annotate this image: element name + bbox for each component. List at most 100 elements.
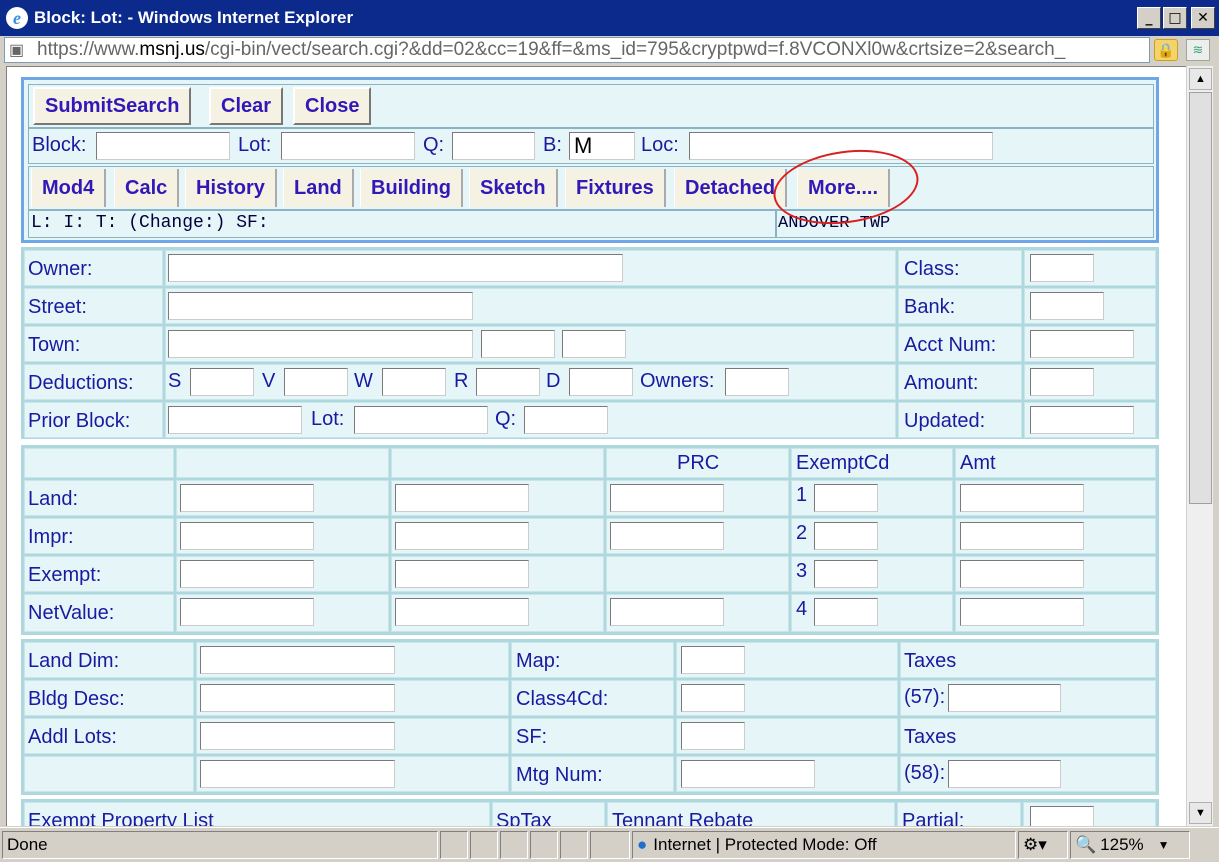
addl-lots-input-2[interactable]	[200, 760, 395, 788]
taxes-57-input[interactable]	[948, 684, 1061, 712]
taxes-58-label: (58):	[904, 762, 946, 784]
tab-calc[interactable]: Calc	[114, 169, 180, 207]
taxes-58-input[interactable]	[948, 760, 1061, 788]
tab-mod4[interactable]: Mod4	[31, 169, 107, 207]
block-input[interactable]	[96, 132, 230, 160]
zip-input[interactable]	[562, 330, 626, 358]
ded-w-input[interactable]	[382, 368, 446, 396]
prior-block-input[interactable]	[168, 406, 302, 434]
lot-input[interactable]	[281, 132, 415, 160]
amt-input-3[interactable]	[960, 560, 1084, 588]
amount-input[interactable]	[1030, 368, 1094, 396]
impr-value-input-2[interactable]	[395, 522, 529, 550]
impr-value-input-1[interactable]	[180, 522, 314, 550]
exempt-property-list-label: Exempt Property List	[28, 810, 214, 826]
ded-s-label: S	[168, 370, 182, 392]
class4cd-input[interactable]	[681, 684, 745, 712]
scroll-down-icon[interactable]: ▼	[1189, 802, 1212, 824]
tab-fixtures[interactable]: Fixtures	[565, 169, 666, 207]
sf-input[interactable]	[681, 722, 745, 750]
acct-num-input[interactable]	[1030, 330, 1134, 358]
amt-input-4[interactable]	[960, 598, 1084, 626]
exemptcd-input-2[interactable]	[814, 522, 878, 550]
ded-d-input[interactable]	[569, 368, 633, 396]
vertical-scrollbar[interactable]: ▲ ▼	[1186, 66, 1213, 826]
netvalue-input-2[interactable]	[395, 598, 529, 626]
land-dim-input[interactable]	[200, 646, 395, 674]
search-panel: SubmitSearch Clear Close Block: Lot: Q: …	[21, 77, 1159, 243]
netvalue-input-1[interactable]	[180, 598, 314, 626]
page-feed-icon[interactable]: ≋	[1186, 39, 1210, 61]
close-window-button[interactable]: ✕	[1191, 7, 1215, 29]
town-input[interactable]	[168, 330, 473, 358]
tab-history[interactable]: History	[185, 169, 277, 207]
exemptcd-header: ExemptCd	[796, 452, 890, 474]
owner-label: Owner:	[28, 258, 93, 280]
loc-input[interactable]	[689, 132, 993, 160]
zoom-button[interactable]: 🔍 125% ▼	[1070, 831, 1190, 859]
map-input[interactable]	[681, 646, 745, 674]
exempt-table: Exempt Property List SpTax Tennant Rebat…	[21, 799, 1159, 826]
prior-lot-input[interactable]	[354, 406, 488, 434]
owner-input[interactable]	[168, 254, 623, 282]
amt-input-1[interactable]	[960, 484, 1084, 512]
addl-lots-label: Addl Lots:	[28, 726, 117, 748]
netvalue-prc-input[interactable]	[610, 598, 724, 626]
street-input[interactable]	[168, 292, 473, 320]
close-button[interactable]: Close	[293, 87, 372, 125]
impr-prc-input[interactable]	[610, 522, 724, 550]
exempt-num-3: 3	[796, 560, 808, 582]
amt-input-2[interactable]	[960, 522, 1084, 550]
b-input[interactable]: M	[569, 132, 635, 160]
maximize-button[interactable]: □	[1163, 7, 1187, 29]
ded-d-label: D	[546, 370, 561, 392]
lock-icon[interactable]: 🔒	[1154, 39, 1178, 61]
ded-r-input[interactable]	[476, 368, 540, 396]
land-value-input-1[interactable]	[180, 484, 314, 512]
protected-mode-button[interactable]: ⚙▾	[1018, 831, 1068, 859]
url-field[interactable]: ▣ https://www. msnj.us/cgi-bin/vect/searc…	[4, 37, 1150, 63]
status-bar: Done ● Internet | Protected Mode: Off ⚙▾…	[0, 827, 1219, 862]
exemptcd-input-3[interactable]	[814, 560, 878, 588]
land-dim-label: Land Dim:	[28, 650, 120, 672]
exemptcd-input-1[interactable]	[814, 484, 878, 512]
minimize-button[interactable]: _	[1137, 7, 1161, 29]
updated-input[interactable]	[1030, 406, 1134, 434]
addl-lots-input-1[interactable]	[200, 722, 395, 750]
owners-label: Owners:	[640, 370, 715, 392]
ded-s-input[interactable]	[190, 368, 254, 396]
partial-input[interactable]	[1030, 806, 1094, 826]
tab-land[interactable]: Land	[283, 169, 354, 207]
class-label: Class:	[904, 258, 960, 280]
tab-building[interactable]: Building	[360, 169, 463, 207]
land-prc-input[interactable]	[610, 484, 724, 512]
exempt-num-1: 1	[796, 484, 808, 506]
land-value-input-2[interactable]	[395, 484, 529, 512]
bank-input[interactable]	[1030, 292, 1104, 320]
state-input[interactable]	[481, 330, 555, 358]
tab-more[interactable]: More....	[797, 169, 891, 207]
q-input[interactable]	[452, 132, 535, 160]
zoom-level: 125%	[1100, 835, 1144, 854]
scroll-thumb[interactable]	[1189, 92, 1212, 504]
ded-w-label: W	[354, 370, 373, 392]
updated-label: Updated:	[904, 410, 986, 432]
bldg-desc-input[interactable]	[200, 684, 395, 712]
ded-v-input[interactable]	[284, 368, 348, 396]
security-zone[interactable]: ● Internet | Protected Mode: Off	[632, 831, 1016, 859]
tab-detached[interactable]: Detached	[674, 169, 788, 207]
clear-button[interactable]: Clear	[209, 87, 284, 125]
exempt-value-input-1[interactable]	[180, 560, 314, 588]
chevron-down-icon: ▼	[1157, 838, 1170, 852]
mtg-num-input[interactable]	[681, 760, 815, 788]
exempt-value-input-2[interactable]	[395, 560, 529, 588]
exemptcd-input-4[interactable]	[814, 598, 878, 626]
submit-search-button[interactable]: SubmitSearch	[33, 87, 192, 125]
mtg-num-label: Mtg Num:	[516, 764, 603, 786]
taxes-label-1: Taxes	[904, 650, 957, 672]
tab-sketch[interactable]: Sketch	[469, 169, 558, 207]
prior-q-input[interactable]	[524, 406, 608, 434]
owners-input[interactable]	[725, 368, 789, 396]
scroll-up-icon[interactable]: ▲	[1189, 68, 1212, 90]
class-input[interactable]	[1030, 254, 1094, 282]
